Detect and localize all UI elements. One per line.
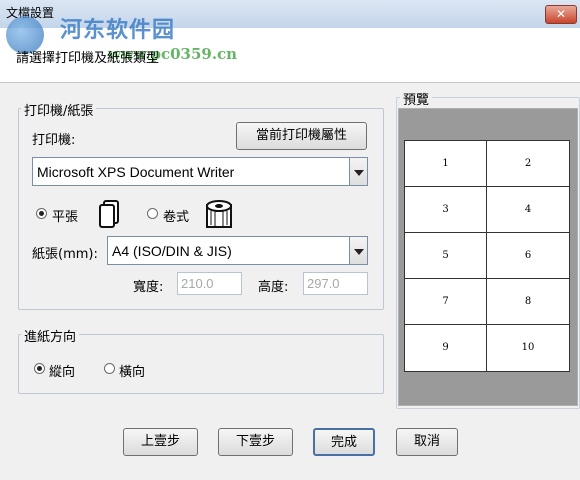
paper-select-value: A4 (ISO/DIN & JIS) xyxy=(112,243,232,259)
preview-cell: 3 xyxy=(405,187,487,233)
preview-cell: 4 xyxy=(487,187,569,233)
roll-radio-label: 卷式 xyxy=(163,210,190,225)
finish-button[interactable]: 完成 xyxy=(313,428,375,456)
preview-cell: 8 xyxy=(487,279,569,325)
preview-legend: 預覽 xyxy=(400,89,433,108)
preview-page: 1 2 3 4 5 6 7 8 9 10 xyxy=(404,140,570,372)
portrait-radio-label: 縱向 xyxy=(49,365,76,380)
preview-cell: 6 xyxy=(487,233,569,279)
height-field[interactable]: 297.0 xyxy=(303,272,368,295)
sheet-paper-icon xyxy=(97,199,121,229)
preview-cell: 9 xyxy=(405,325,487,371)
orientation-legend: 進紙方向 xyxy=(21,326,80,345)
printer-select[interactable]: Microsoft XPS Document Writer xyxy=(32,157,368,186)
printer-paper-legend: 打印機/紙張 xyxy=(21,100,97,119)
preview-cell: 7 xyxy=(405,279,487,325)
preview-cell: 5 xyxy=(405,233,487,279)
preview-cell: 1 xyxy=(405,141,487,187)
previous-step-button[interactable]: 上壹步 xyxy=(123,428,198,456)
printer-properties-button[interactable]: 當前打印機屬性 xyxy=(236,122,367,150)
watermark-brand: 河东软件园 xyxy=(60,17,176,43)
width-label: 寬度: xyxy=(133,280,164,295)
printer-select-value: Microsoft XPS Document Writer xyxy=(37,164,235,180)
landscape-radio[interactable] xyxy=(104,363,115,374)
roll-radio[interactable] xyxy=(147,208,158,219)
paper-select[interactable]: A4 (ISO/DIN & JIS) xyxy=(107,236,368,265)
paper-roll-icon xyxy=(203,199,237,229)
printer-label: 打印機: xyxy=(32,133,76,148)
sheet-radio[interactable] xyxy=(36,208,47,219)
paper-label: 紙張(mm): xyxy=(32,247,98,262)
landscape-radio-label: 橫向 xyxy=(119,365,146,380)
chevron-down-icon[interactable] xyxy=(349,237,367,264)
preview-cell: 10 xyxy=(521,342,535,353)
height-label: 高度: xyxy=(258,280,289,295)
width-field[interactable]: 210.0 xyxy=(177,272,242,295)
chevron-down-icon[interactable] xyxy=(349,158,367,185)
preview-cell: 2 xyxy=(487,141,569,187)
close-button[interactable]: ✕ xyxy=(545,5,577,24)
next-step-button[interactable]: 下壹步 xyxy=(218,428,293,456)
portrait-radio[interactable] xyxy=(34,363,45,374)
sheet-radio-label: 平張 xyxy=(52,210,79,225)
header-instruction: 請選擇打印機及紙張類型 xyxy=(16,51,160,66)
cancel-button[interactable]: 取消 xyxy=(396,428,458,456)
